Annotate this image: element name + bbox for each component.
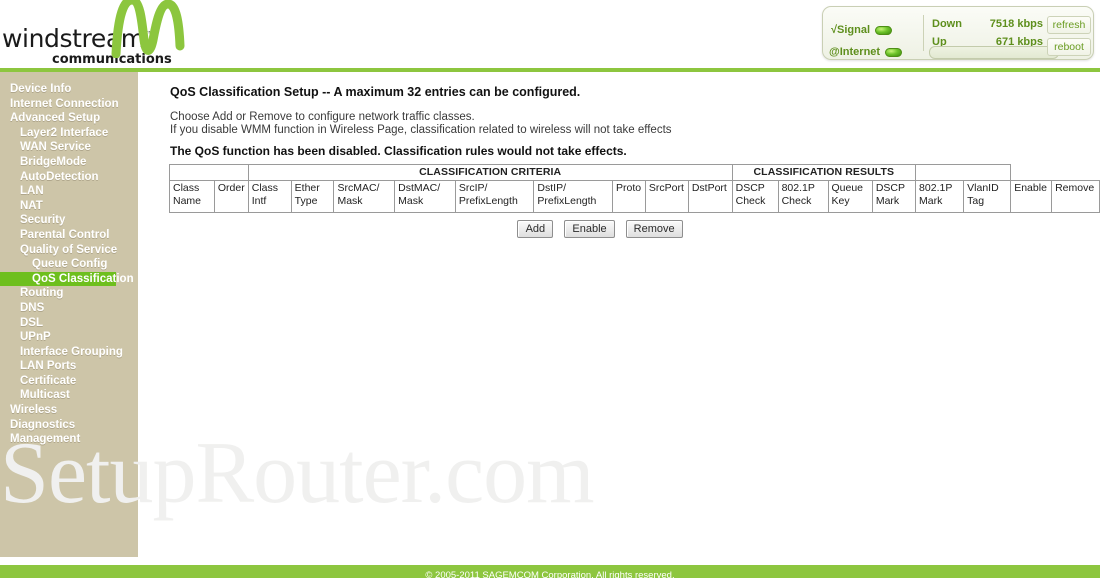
signal-led-icon — [875, 25, 893, 35]
table-column-header: DSCP Mark — [871, 180, 917, 213]
sidebar-item-lan-ports[interactable]: LAN Ports — [0, 359, 138, 374]
internet-status: @Internet — [829, 43, 929, 61]
remove-button[interactable]: Remove — [625, 220, 683, 238]
sidebar-item-device-info[interactable]: Device Info — [0, 82, 138, 97]
enable-button[interactable]: Enable — [564, 220, 615, 238]
table-column-header: DstMAC/ Mask — [394, 180, 456, 213]
table-group-header-empty — [169, 164, 249, 181]
sidebar-item-wireless[interactable]: Wireless — [0, 403, 138, 418]
sidebar-item-internet-connection[interactable]: Internet Connection — [0, 97, 138, 112]
table-column-header: Order — [213, 180, 249, 213]
table-column-header: Proto — [612, 180, 646, 213]
main-content: QoS Classification Setup -- A maximum 32… — [138, 72, 1100, 557]
table-column-header: Remove — [1051, 180, 1100, 213]
signal-status: √Signal — [831, 21, 919, 39]
sidebar-item-dsl[interactable]: DSL — [0, 316, 138, 331]
internet-led-icon — [885, 47, 903, 57]
table-column-header: 802.1P Check — [777, 180, 829, 213]
page-footer: © 2005-2011 SAGEMCOM Corporation. All ri… — [0, 565, 1100, 578]
sidebar-nav: Device Info Internet Connection Advanced S… — [0, 72, 138, 557]
refresh-button[interactable]: refresh — [1047, 16, 1091, 34]
sidebar-item-routing[interactable]: Routing — [0, 286, 138, 301]
table-column-header-row: Class Name Order Class Intf Ether Type SrcMA… — [169, 180, 1100, 213]
sidebar-item-autodetection[interactable]: AutoDetection — [0, 170, 138, 185]
sidebar-item-multicast[interactable]: Multicast — [0, 388, 138, 403]
downstream-rate: Down 7518 kbps — [932, 15, 1043, 33]
table-column-header: DstPort — [687, 180, 733, 213]
copyright-text: © 2005-2011 SAGEMCOM Corporation. All ri… — [425, 570, 675, 578]
page-header: windstream™ communications √Signal @Inte… — [0, 0, 1100, 68]
table-column-header: 802.1P Mark — [915, 180, 965, 213]
sidebar-item-bridgemode[interactable]: BridgeMode — [0, 155, 138, 170]
sidebar-item-advanced-setup[interactable]: Advanced Setup — [0, 111, 138, 126]
table-column-header: Ether Type — [290, 180, 335, 213]
table-column-header: DstIP/ PrefixLength — [533, 180, 614, 213]
sidebar-item-queue-config[interactable]: Queue Config — [0, 257, 138, 272]
description-line-1: Choose Add or Remove to configure networ… — [170, 111, 475, 123]
table-group-header: CLASSIFICATION RESULTS — [731, 164, 917, 181]
sidebar-item-nat[interactable]: NAT — [0, 199, 138, 214]
description-line-2: If you disable WMM function in Wireless … — [170, 124, 672, 136]
brand-logo: windstream™ communications — [0, 0, 250, 68]
qos-classification-table: CLASSIFICATION CRITERIA CLASSIFICATION RE… — [169, 164, 1100, 213]
connection-progress-bar — [929, 46, 1059, 59]
table-column-header: Enable — [1010, 180, 1053, 213]
action-button-row: Add Enable Remove — [138, 220, 1062, 238]
status-panel: √Signal @Internet Down 7518 kbps Up 671 … — [822, 6, 1094, 60]
sidebar-item-dns[interactable]: DNS — [0, 301, 138, 316]
table-column-header: SrcPort — [644, 180, 689, 213]
sidebar-item-diagnostics[interactable]: Diagnostics — [0, 418, 138, 433]
internet-label: @Internet — [829, 46, 881, 58]
sidebar-item-wan-service[interactable]: WAN Service — [0, 140, 138, 155]
reboot-button[interactable]: reboot — [1047, 38, 1091, 56]
router-admin-page: windstream™ communications √Signal @Inte… — [0, 0, 1100, 578]
page-title: QoS Classification Setup -- A maximum 32… — [170, 85, 581, 99]
table-column-header: VlanID Tag — [963, 180, 1012, 213]
table-column-header: Queue Key — [827, 180, 873, 213]
sidebar-item-layer2-interface[interactable]: Layer2 Interface — [0, 126, 138, 141]
downstream-label: Down — [932, 18, 962, 30]
windstream-wave-icon — [111, 0, 185, 58]
sidebar-item-certificate[interactable]: Certificate — [0, 374, 138, 389]
sidebar-item-security[interactable]: Security — [0, 213, 138, 228]
sidebar-item-qos-classification[interactable]: QoS Classification — [0, 271, 134, 287]
table-column-header: Class Name — [169, 180, 215, 213]
sidebar-item-parental-control[interactable]: Parental Control — [0, 228, 138, 243]
add-button[interactable]: Add — [517, 220, 554, 238]
table-group-header-empty — [915, 164, 1012, 181]
sidebar-item-management[interactable]: Management — [0, 432, 138, 447]
downstream-value: 7518 kbps — [989, 18, 1043, 30]
table-column-header: Class Intf — [247, 180, 292, 213]
sidebar-item-interface-grouping[interactable]: Interface Grouping — [0, 345, 138, 360]
sidebar-item-lan[interactable]: LAN — [0, 184, 138, 199]
table-column-header: SrcIP/ PrefixLength — [454, 180, 535, 213]
table-column-header: SrcMAC/ Mask — [333, 180, 396, 213]
table-group-header: CLASSIFICATION CRITERIA — [247, 164, 733, 181]
qos-disabled-warning: The QoS function has been disabled. Clas… — [170, 144, 627, 158]
sidebar-item-quality-of-service[interactable]: Quality of Service — [0, 243, 138, 258]
sidebar-item-upnp[interactable]: UPnP — [0, 330, 138, 345]
table-column-header: DSCP Check — [731, 180, 779, 213]
signal-label: √Signal — [831, 24, 871, 36]
table-group-header-row: CLASSIFICATION CRITERIA CLASSIFICATION RE… — [169, 164, 1100, 181]
